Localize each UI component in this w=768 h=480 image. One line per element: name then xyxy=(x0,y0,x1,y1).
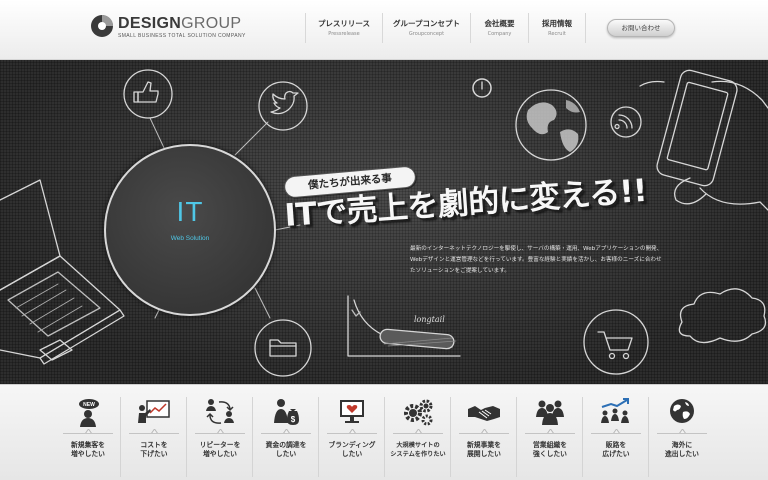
nav-label: 会社概要 xyxy=(484,19,515,28)
divider xyxy=(591,433,641,434)
main-nav: プレスリリース Pressrelease グループコンセプト Groupconc… xyxy=(305,13,586,43)
service-sales-org[interactable]: 営業組織を 強くしたい xyxy=(517,397,583,477)
logo-text: DESIGNGROUP xyxy=(118,15,242,32)
service-label: 営業組織を 強くしたい xyxy=(533,441,567,458)
globe-sketch-icon xyxy=(515,89,587,161)
it-title: IT xyxy=(176,196,204,227)
service-label: コストを 下げたい xyxy=(140,441,168,458)
service-label: ブランディング したい xyxy=(328,441,376,458)
service-repeaters[interactable]: リピーターを 増やしたい xyxy=(187,397,253,477)
cart-circle-icon xyxy=(583,309,649,375)
divider xyxy=(525,433,575,434)
service-label: 新規集客を 増やしたい xyxy=(71,441,105,458)
divider xyxy=(327,433,377,434)
nav-sublabel: Company xyxy=(487,31,512,37)
like-circle-icon xyxy=(123,69,173,119)
svg-text:NEW: NEW xyxy=(83,402,95,408)
branding-monitor-icon xyxy=(340,400,364,423)
nav-label: グループコンセプト xyxy=(392,19,461,28)
hero-description: 最新のインターネットテクノロジーを駆使し、サーバの構築・運用、Webアプリケーシ… xyxy=(410,246,663,274)
nav-sublabel: Pressrelease xyxy=(328,31,360,37)
globe-icon xyxy=(670,399,694,423)
nav-company[interactable]: 会社概要 Company xyxy=(470,13,528,43)
repeat-users-icon xyxy=(206,399,234,424)
twitter-circle-icon xyxy=(258,81,308,131)
service-label: 新規事業を 展開したい xyxy=(467,441,501,458)
divider xyxy=(63,433,113,434)
site-header: DESIGNGROUP SMALL BUSINESS TOTAL SOLUTIO… xyxy=(0,0,768,60)
power-icon xyxy=(472,78,492,98)
nav-group-concept[interactable]: グループコンセプト Groupconcept xyxy=(382,13,470,43)
logo-tagline: SMALL BUSINESS TOTAL SOLUTION COMPANY xyxy=(118,33,246,39)
rss-circle-icon xyxy=(610,106,642,138)
nav-sublabel: Groupconcept xyxy=(408,31,445,37)
contact-button[interactable]: お問い合わせ xyxy=(607,19,675,37)
service-label: 販路を 広げたい xyxy=(602,441,630,458)
divider xyxy=(195,433,245,434)
nav-label: 採用情報 xyxy=(542,19,572,28)
divider xyxy=(657,433,707,434)
services-row: NEW 新規集客を 増やしたい コストを 下げたい リピーターを 増やしたい $… xyxy=(55,397,715,477)
presentation-icon xyxy=(138,400,170,423)
nav-sublabel: Recruit xyxy=(548,31,566,37)
divider xyxy=(129,433,179,434)
divider xyxy=(393,433,443,434)
hero-banner: longtail IT Web Solution 僕たちが出来る事 ITで売上を… xyxy=(0,60,768,384)
nav-press-release[interactable]: プレスリリース Pressrelease xyxy=(305,13,382,43)
svg-text:$: $ xyxy=(291,415,296,424)
service-overseas[interactable]: 海外に 進出したい xyxy=(649,397,715,477)
nav-label: プレスリリース xyxy=(317,19,371,28)
service-label: 資金の調達を したい xyxy=(265,441,307,458)
it-solution-circle[interactable]: IT Web Solution xyxy=(104,144,276,316)
service-new-customers[interactable]: NEW 新規集客を 増やしたい xyxy=(55,397,121,477)
divider xyxy=(261,433,311,434)
service-branding[interactable]: ブランディング したい xyxy=(319,397,385,477)
service-label: 大規模サイトの システムを作りたい xyxy=(390,442,446,458)
service-sales-channels[interactable]: 販路を 広げたい xyxy=(583,397,649,477)
service-cost-reduction[interactable]: コストを 下げたい xyxy=(121,397,187,477)
money-bag-icon: $ xyxy=(274,399,299,425)
it-subtitle: Web Solution xyxy=(170,235,210,242)
service-label: リピーターを 増やしたい xyxy=(199,441,241,458)
logo[interactable]: DESIGNGROUP SMALL BUSINESS TOTAL SOLUTIO… xyxy=(90,14,245,44)
services-bar: NEW 新規集客を 増やしたい コストを 下げたい リピーターを 増やしたい $… xyxy=(0,384,768,480)
longtail-label: longtail xyxy=(414,315,445,324)
service-large-system[interactable]: 大規模サイトの システムを作りたい xyxy=(385,397,451,477)
service-new-business[interactable]: 新規事業を 展開したい xyxy=(451,397,517,477)
divider xyxy=(459,433,509,434)
gears-icon xyxy=(404,399,433,426)
new-badge-icon: NEW xyxy=(79,399,99,427)
logo-mark-icon xyxy=(91,15,113,37)
team-icon xyxy=(536,400,564,425)
smartphone-hand-icon xyxy=(639,69,768,211)
service-label: 海外に 進出したい xyxy=(665,441,699,458)
growth-people-icon xyxy=(601,398,629,423)
cloud-sketch-icon xyxy=(678,288,767,344)
folder-circle-icon xyxy=(254,319,312,377)
service-funding[interactable]: $ 資金の調達を したい xyxy=(253,397,319,477)
nav-recruit[interactable]: 採用情報 Recruit xyxy=(528,13,586,43)
longtail-chart-sketch: longtail xyxy=(347,295,461,357)
handshake-icon xyxy=(468,406,500,421)
